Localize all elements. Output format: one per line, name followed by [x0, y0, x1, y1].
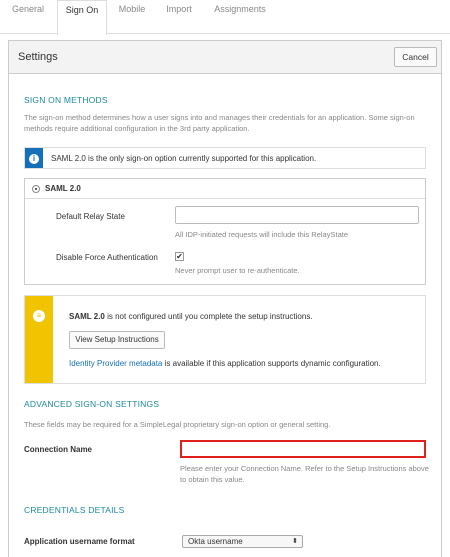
metadata-line: Identity Provider metadata is available …	[69, 359, 381, 368]
setup-notice-message: is not configured until you complete the…	[104, 312, 313, 321]
saml-section: SAML 2.0 Default Relay State All IDP-ini…	[24, 178, 426, 285]
saml-label: SAML 2.0	[45, 184, 81, 193]
force-auth-label: Disable Force Authentication	[56, 253, 158, 262]
force-auth-help: Never prompt user to re-authenticate.	[175, 266, 300, 275]
saml-header: SAML 2.0	[25, 179, 425, 199]
saml-radio[interactable]	[32, 185, 40, 193]
chevron-updown-icon: ⬍	[292, 538, 298, 545]
tab-general[interactable]: General	[10, 0, 46, 34]
cancel-button[interactable]: Cancel	[394, 47, 437, 67]
username-format-value: Okta username	[188, 537, 243, 546]
setup-notice-bold: SAML 2.0	[69, 312, 105, 321]
info-box: i SAML 2.0 is the only sign-on option cu…	[24, 147, 426, 169]
panel-header: Settings Cancel	[9, 41, 441, 74]
sign-on-methods-description: The sign-on method determines how a user…	[24, 113, 415, 133]
relay-state-label: Default Relay State	[56, 212, 125, 221]
connection-name-help: Please enter your Connection Name. Refer…	[180, 464, 429, 484]
advanced-settings-title: ADVANCED SIGN-ON SETTINGS	[24, 399, 160, 409]
advanced-settings-description: These fields may be required for a Simpl…	[24, 420, 331, 429]
tab-sign-on[interactable]: Sign On	[57, 0, 107, 35]
view-setup-instructions-button[interactable]: View Setup Instructions	[69, 331, 165, 349]
settings-panel: Settings Cancel SIGN ON METHODS The sign…	[8, 40, 442, 557]
username-format-label: Application username format	[24, 537, 135, 546]
sign-on-methods-title: SIGN ON METHODS	[24, 95, 108, 105]
credentials-details-title: CREDENTIALS DETAILS	[24, 505, 125, 515]
info-strip: i	[25, 148, 43, 168]
connection-name-input[interactable]	[180, 440, 426, 458]
relay-state-help: All IDP-initiated requests will include …	[175, 230, 348, 239]
tab-assignments[interactable]: Assignments	[213, 0, 267, 34]
tab-mobile[interactable]: Mobile	[116, 0, 148, 34]
info-text: SAML 2.0 is the only sign-on option curr…	[51, 154, 317, 163]
tab-import[interactable]: Import	[163, 0, 195, 34]
checkmark-icon: ✔	[176, 252, 183, 261]
info-icon: i	[29, 154, 39, 164]
metadata-suffix: is available if this application support…	[162, 359, 381, 368]
notice-icon: ≡	[33, 310, 45, 322]
username-format-select[interactable]: Okta username ⬍	[182, 535, 303, 548]
force-auth-checkbox[interactable]: ✔	[175, 252, 184, 261]
tab-bar: General Sign On Mobile Import Assignment…	[0, 0, 450, 35]
setup-notice-box: ≡ SAML 2.0 is not configured until you c…	[24, 295, 426, 384]
panel-title: Settings	[18, 51, 58, 63]
identity-provider-metadata-link[interactable]: Identity Provider metadata	[69, 359, 162, 368]
connection-name-label: Connection Name	[24, 445, 93, 454]
notice-strip: ≡	[25, 296, 53, 383]
setup-notice-text: SAML 2.0 is not configured until you com…	[69, 312, 313, 321]
relay-state-input[interactable]	[175, 206, 419, 224]
